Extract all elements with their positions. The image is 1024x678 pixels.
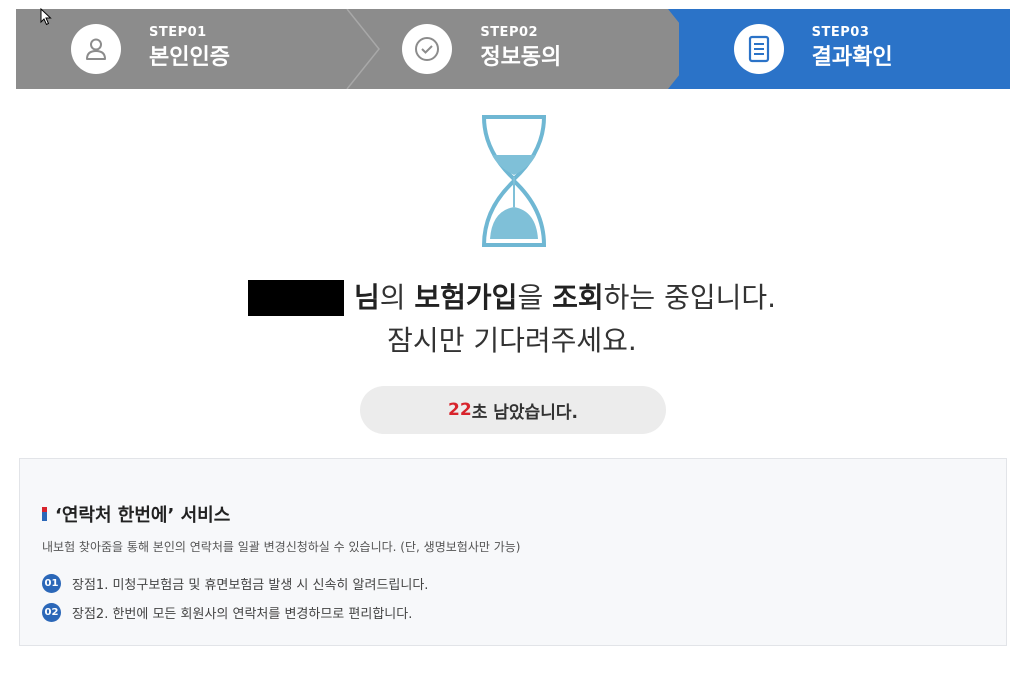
merit-item-1: 01 장점1. 미청구보험금 및 휴면보험금 발생 시 신속히 알려드립니다. [42,574,428,593]
number-badge: 02 [42,603,61,622]
countdown-timer: 22 초 남았습니다. [360,386,666,434]
contact-service-info-box: ‘연락처 한번에’ 서비스 내보험 찾아줌을 통해 본인의 연락처를 일괄 변경… [19,458,1007,646]
step-progress-bar: STEP01 본인인증 STEP02 정보동의 STEP03 결과확인 [16,9,1010,89]
message-bold-inquiry: 조회 [552,281,604,314]
merit-text: 장점1. 미청구보험금 및 휴면보험금 발생 시 신속히 알려드립니다. [72,578,429,593]
loading-message-line-2: 잠시만 기다려주세요. [387,324,637,357]
loading-message: 님 의 보험가입 을 조회 하는 중입니다. 잠시만 기다려주세요. [0,278,1024,362]
message-text-1: 의 [379,281,415,314]
service-description: 내보험 찾아줌을 통해 본인의 연락처를 일괄 변경신청하실 수 있습니다. (… [42,540,521,554]
step-2-title: 정보동의 [480,45,562,70]
masked-user-name [247,280,344,316]
mouse-cursor-icon [40,8,52,26]
step-1-title: 본인인증 [149,45,230,70]
step-divider-icon [346,9,380,89]
service-title: ‘연락처 한번에’ 서비스 [42,501,230,527]
honorific-text: 님 [353,281,380,314]
flag-bullet-icon [42,507,47,521]
step-1: STEP01 본인인증 [16,9,348,89]
step-2: STEP02 정보동의 [347,9,679,89]
step-2-number: STEP02 [480,25,539,40]
countdown-text: 초 남았습니다. [471,402,578,423]
step-3-title: 결과확인 [811,45,893,70]
message-text-2: 을 [517,281,553,314]
check-circle-icon [402,24,453,74]
user-icon [71,24,121,74]
merit-item-2: 02 장점2. 한번에 모든 회원사의 연락처를 변경하므로 편리합니다. [42,603,412,622]
countdown-seconds: 22 [448,400,472,420]
message-bold-insurance: 보험가입 [414,281,518,314]
step-3-number: STEP03 [811,25,870,40]
document-icon [733,24,784,74]
step-1-number: STEP01 [149,25,207,40]
merit-text: 장점2. 한번에 모든 회원사의 연락처를 변경하므로 편리합니다. [72,607,413,622]
hourglass-icon [481,115,547,247]
message-text-3: 하는 중입니다. [603,281,777,314]
step-divider-active-icon [668,9,710,89]
loading-message-line-1: 님 의 보험가입 을 조회 하는 중입니다. [0,278,1024,318]
step-3: STEP03 결과확인 [678,9,1010,89]
service-title-text: ‘연락처 한번에’ 서비스 [55,505,231,526]
number-badge: 01 [42,574,61,593]
